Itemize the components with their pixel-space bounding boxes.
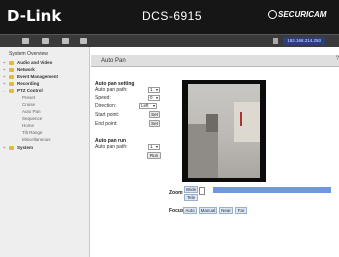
sidebar-subitem-cruise[interactable]: Cruise (22, 102, 35, 107)
expand-icon[interactable]: + (3, 60, 5, 65)
focus-near-button[interactable]: Near (219, 207, 233, 214)
focus-far-button[interactable]: Far (235, 207, 247, 214)
folder-icon (9, 81, 14, 86)
expand-icon[interactable]: + (3, 145, 5, 150)
sidebar-title[interactable]: System Overview (9, 51, 48, 57)
folder-open-icon (9, 88, 14, 93)
sidebar-subitem-preset[interactable]: Preset (22, 95, 35, 100)
sidebar-item-event-management[interactable]: + Event Management (3, 74, 58, 79)
video-wall (188, 124, 218, 178)
start-point-label: Start point: (95, 112, 120, 118)
set-end-point-button[interactable]: Set (149, 120, 160, 127)
collapse-icon[interactable]: - (3, 88, 4, 93)
expand-icon[interactable]: + (3, 74, 5, 79)
header-bar: D-Link DCS-6915 SECURICAM (0, 0, 339, 34)
chevron-down-icon: ▾ (155, 87, 158, 92)
dlink-logo: D-Link (7, 7, 62, 25)
sidebar-item-network[interactable]: + Network (3, 67, 35, 72)
securicam-logo: SECURICAM (268, 10, 327, 20)
maintenance-icon[interactable] (62, 38, 69, 44)
network-icon (273, 38, 278, 44)
setup-icon[interactable] (42, 38, 49, 44)
sidebar-subitem-auto-pan[interactable]: Auto Pan (22, 109, 41, 114)
sidebar: System Overview + Audio and Video + Networ… (0, 47, 90, 257)
camera-model-title: DCS-6915 (142, 9, 203, 23)
video-handle (240, 112, 242, 126)
camera-image (188, 84, 260, 178)
zoom-label: Zoom (169, 190, 183, 196)
direction-select[interactable]: Left ▾ (139, 103, 157, 109)
video-object (206, 114, 218, 132)
sidebar-item-audio-video[interactable]: + Audio and Video (3, 60, 52, 65)
zoom-wide-button[interactable]: Wide (184, 186, 198, 193)
tab-auto-pan[interactable]: Auto Pan (101, 58, 126, 64)
sidebar-subitem-sequence[interactable]: Sequence (22, 116, 42, 121)
zoom-tele-button[interactable]: Tele (184, 194, 198, 201)
sidebar-item-recording[interactable]: + Recording (3, 81, 39, 86)
direction-label: Direction: (95, 103, 117, 109)
main-panel: Auto Pan ? Auto pan setting Auto pan pat… (91, 47, 339, 257)
run-path-label: Auto pan path: (95, 144, 128, 150)
run-button[interactable]: Run (147, 152, 161, 159)
speed-label: Speed: (95, 95, 111, 101)
video-cabinet (234, 102, 260, 142)
tab-bar: Auto Pan ? (91, 55, 339, 67)
folder-icon (9, 67, 14, 72)
focus-manual-button[interactable]: Manual (199, 207, 217, 214)
ip-address: 192.168.214.250 (283, 37, 325, 45)
chevron-down-icon: ▾ (152, 103, 155, 108)
folder-icon (9, 60, 14, 65)
chevron-down-icon: ▾ (155, 95, 158, 100)
sidebar-subitem-home[interactable]: Home (22, 123, 34, 128)
sidebar-subitem-miscellaneous[interactable]: Miscellaneous (22, 137, 51, 142)
toolbar: 192.168.214.250 (0, 34, 339, 47)
sidebar-item-ptz-control[interactable]: - PTZ Control (3, 88, 43, 93)
sidebar-subitem-tilt-range[interactable]: Tilt Range (22, 130, 42, 135)
end-point-label: End point: (95, 121, 118, 127)
focus-label: Focus (169, 208, 184, 214)
zoom-slider-knob[interactable] (199, 187, 205, 195)
help-icon[interactable]: ? (336, 56, 339, 62)
expand-icon[interactable]: + (3, 67, 5, 72)
folder-icon (9, 74, 14, 79)
chevron-down-icon: ▾ (155, 144, 158, 149)
status-icon[interactable] (80, 38, 87, 44)
live-video-icon[interactable] (22, 38, 29, 44)
zoom-slider-track[interactable] (213, 187, 331, 193)
live-video-view (182, 80, 266, 182)
auto-pan-path-select[interactable]: 1 ▾ (148, 87, 160, 93)
set-start-point-button[interactable]: Set (149, 111, 160, 118)
securicam-logo-icon (268, 10, 277, 20)
run-path-select[interactable]: 1 ▾ (148, 144, 160, 150)
expand-icon[interactable]: + (3, 81, 5, 86)
securicam-text: SECURICAM (278, 10, 327, 19)
auto-pan-path-label: Auto pan path: (95, 87, 128, 93)
folder-icon (9, 145, 14, 150)
sidebar-item-system[interactable]: + System (3, 145, 33, 150)
speed-select[interactable]: 0 ▾ (148, 95, 160, 101)
focus-auto-button[interactable]: Auto (183, 207, 197, 214)
